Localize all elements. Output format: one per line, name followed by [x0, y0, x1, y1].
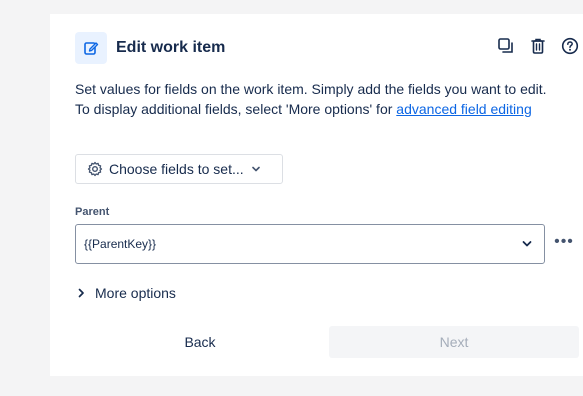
back-button[interactable]: Back: [75, 326, 325, 358]
duplicate-icon[interactable]: [496, 36, 516, 56]
panel-header: Edit work item: [75, 32, 580, 64]
parent-select-value: {{ParentKey}}: [84, 237, 157, 251]
parent-field-label: Parent: [75, 206, 110, 218]
page-title: Edit work item: [116, 39, 226, 56]
more-options-toggle[interactable]: More options: [75, 285, 176, 301]
description-line-1: Set values for fields on the work item. …: [75, 81, 547, 97]
gear-icon: [87, 161, 103, 177]
header-actions: [496, 36, 580, 56]
advanced-field-editing-link[interactable]: advanced field editing: [396, 101, 531, 117]
edit-work-item-panel: Edit work item Set values for fields on …: [50, 14, 583, 376]
more-actions-button[interactable]: •••: [550, 232, 578, 252]
chevron-down-icon: [520, 237, 534, 251]
description-line-2-text: To display additional fields, select 'Mo…: [75, 101, 397, 117]
help-icon[interactable]: [560, 36, 580, 56]
delete-icon[interactable]: [528, 36, 548, 56]
edit-icon: [75, 32, 107, 64]
choose-fields-button[interactable]: Choose fields to set...: [75, 154, 283, 184]
page: Edit work item Set values for fields on …: [0, 0, 583, 396]
chevron-down-icon: [250, 163, 262, 175]
parent-select[interactable]: {{ParentKey}}: [75, 224, 545, 264]
description-line-2: To display additional fields, select 'Mo…: [75, 99, 580, 119]
choose-fields-label: Choose fields to set...: [109, 161, 244, 177]
next-button[interactable]: Next: [329, 326, 579, 358]
description: Set values for fields on the work item. …: [75, 79, 580, 119]
more-options-label: More options: [95, 285, 176, 301]
chevron-right-icon: [75, 287, 87, 299]
